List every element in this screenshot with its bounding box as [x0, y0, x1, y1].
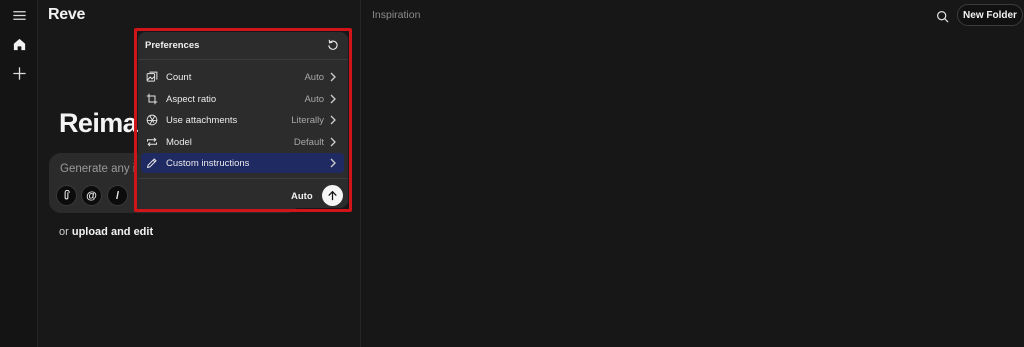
slash-command-icon: / — [115, 189, 120, 202]
left-rail — [0, 0, 38, 347]
menu-icon — [12, 10, 26, 20]
plus-icon — [12, 66, 26, 80]
menu-button[interactable] — [8, 4, 30, 26]
attachment-icon — [64, 190, 70, 200]
attach-button[interactable] — [56, 185, 77, 206]
slash-command-button[interactable]: / — [107, 185, 128, 206]
prompt-placeholder: Generate any i — [60, 163, 136, 175]
mention-button[interactable]: @ — [81, 185, 102, 206]
upload-and-edit-link[interactable]: upload and edit — [72, 226, 153, 238]
new-folder-button[interactable]: New Folder — [957, 4, 1023, 26]
new-button[interactable] — [8, 62, 30, 84]
home-icon — [13, 38, 25, 50]
search-icon — [936, 10, 948, 22]
mention-icon: @ — [86, 189, 97, 202]
inspiration-title: Inspiration — [372, 9, 421, 21]
brand-logo[interactable]: Reve — [48, 6, 85, 24]
home-button[interactable] — [8, 33, 30, 55]
upload-prefix: or — [59, 226, 69, 238]
highlight-box — [134, 28, 352, 212]
search-button[interactable] — [933, 7, 951, 25]
upload-line: or upload and edit — [59, 226, 153, 238]
